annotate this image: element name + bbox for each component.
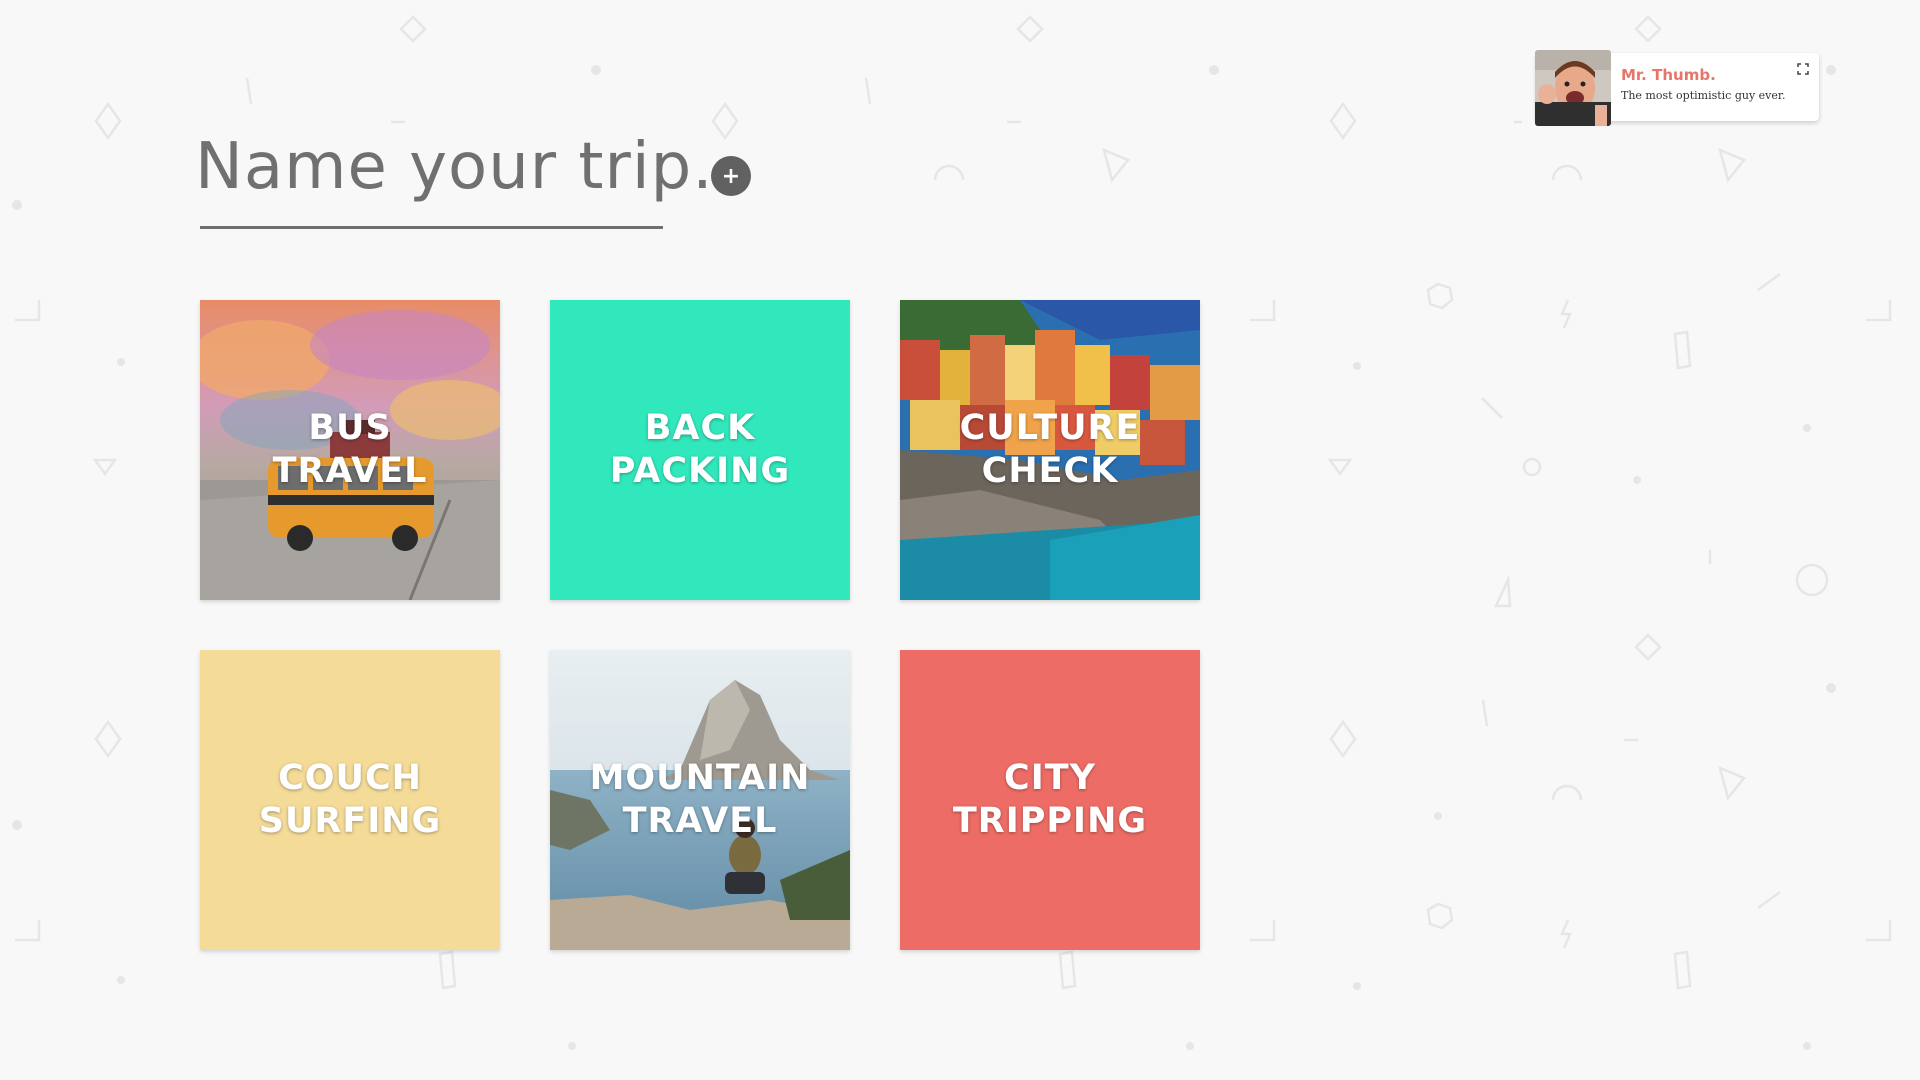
tile-culture-check[interactable]: CULTURE CHECK xyxy=(900,300,1200,600)
tile-label: BACK PACKING xyxy=(609,408,791,491)
tile-label: CULTURE CHECK xyxy=(959,408,1141,491)
expand-icon[interactable] xyxy=(1797,63,1809,75)
tile-city-tripping[interactable]: CITY TRIPPING xyxy=(900,650,1200,950)
title-underline xyxy=(200,226,663,229)
profile-tagline: The most optimistic guy ever. xyxy=(1621,89,1786,102)
trip-name-title[interactable]: Name your trip. xyxy=(195,130,714,204)
profile-name: Mr. Thumb. xyxy=(1621,66,1716,84)
tile-couch-surfing[interactable]: COUCH SURFING xyxy=(200,650,500,950)
profile-card[interactable]: Mr. Thumb. The most optimistic guy ever. xyxy=(1535,50,1819,126)
tile-back-packing[interactable]: BACK PACKING xyxy=(550,300,850,600)
tile-label: BUS TRAVEL xyxy=(272,408,428,491)
add-trip-button[interactable]: + xyxy=(711,156,751,196)
avatar xyxy=(1535,50,1611,126)
tile-label: MOUNTAIN TRAVEL xyxy=(589,758,811,841)
plus-icon: + xyxy=(721,163,741,189)
tile-mountain-travel[interactable]: MOUNTAIN TRAVEL xyxy=(550,650,850,950)
tile-bus-travel[interactable]: BUS TRAVEL xyxy=(200,300,500,600)
tile-label: CITY TRIPPING xyxy=(952,758,1148,841)
tile-label: COUCH SURFING xyxy=(258,758,442,841)
trip-builder-page: Name your trip. + BUS TRAVEL BACK PACKIN… xyxy=(0,0,1920,1080)
